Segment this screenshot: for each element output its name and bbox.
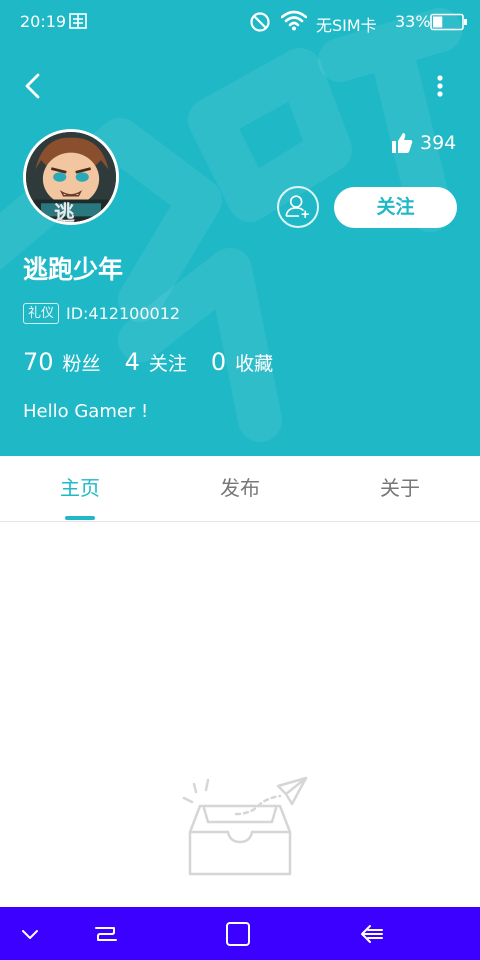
nav-collapse[interactable]	[0, 907, 60, 960]
home-icon	[226, 921, 250, 946]
back-arrow-icon[interactable]	[18, 70, 48, 102]
avatar[interactable]: 逃	[23, 129, 119, 225]
follow-button[interactable]: 关注	[334, 187, 457, 228]
recents-icon	[95, 926, 117, 941]
chevron-down-icon	[22, 929, 38, 939]
profile-tabs: 主页 发布 关于	[0, 456, 480, 522]
do-not-disturb-icon	[250, 12, 270, 32]
system-nav-bar	[0, 907, 480, 960]
stat-following[interactable]: 4 关注	[125, 348, 187, 376]
stat-label: 关注	[148, 353, 187, 375]
nav-home[interactable]	[208, 907, 268, 960]
carrier-label: 无SIM卡	[316, 16, 377, 35]
user-bio: Hello Gamer !	[23, 401, 149, 422]
battery-icon	[430, 13, 467, 31]
username: 逃跑少年	[23, 255, 124, 284]
status-bar: 20:19 无SIM卡 33%	[0, 0, 480, 46]
likes-counter[interactable]: 394	[390, 131, 456, 155]
user-id: ID:412100012	[66, 304, 181, 323]
battery-percent: 33%	[395, 12, 431, 31]
stat-label: 收藏	[235, 353, 274, 375]
notification-icon	[69, 13, 87, 29]
nav-back[interactable]	[342, 907, 402, 960]
profile-header: 20:19 无SIM卡 33% 逃 394 关注 逃跑少年 礼仪 ID:4121…	[0, 0, 480, 456]
stat-label: 粉丝	[62, 353, 101, 375]
tab-indicator	[65, 516, 95, 520]
likes-count: 394	[420, 132, 457, 154]
nav-recents[interactable]	[76, 907, 136, 960]
more-icon[interactable]	[428, 70, 452, 102]
empty-inbox-icon	[182, 776, 308, 876]
add-friend-icon[interactable]	[277, 186, 319, 228]
back-icon	[361, 924, 383, 943]
wifi-icon	[281, 10, 307, 31]
stat-number: 70	[23, 348, 54, 376]
stat-followers[interactable]: 70 粉丝	[23, 348, 101, 376]
tab-home[interactable]: 主页	[0, 456, 160, 522]
tab-about[interactable]: 关于	[320, 456, 480, 522]
watermark-logo	[0, 8, 462, 442]
stat-favorites[interactable]: 0 收藏	[211, 348, 273, 376]
avatar-text: 逃	[54, 201, 75, 222]
profile-stats: 70 粉丝 4 关注 0 收藏	[23, 348, 297, 376]
avatar-image: 逃	[26, 132, 116, 222]
status-time: 20:19	[20, 12, 67, 31]
tab-posts[interactable]: 发布	[160, 456, 320, 522]
stat-number: 0	[210, 348, 227, 376]
user-badge: 礼仪	[23, 303, 60, 324]
thumb-up-icon	[392, 133, 413, 153]
stat-number: 4	[124, 348, 140, 376]
